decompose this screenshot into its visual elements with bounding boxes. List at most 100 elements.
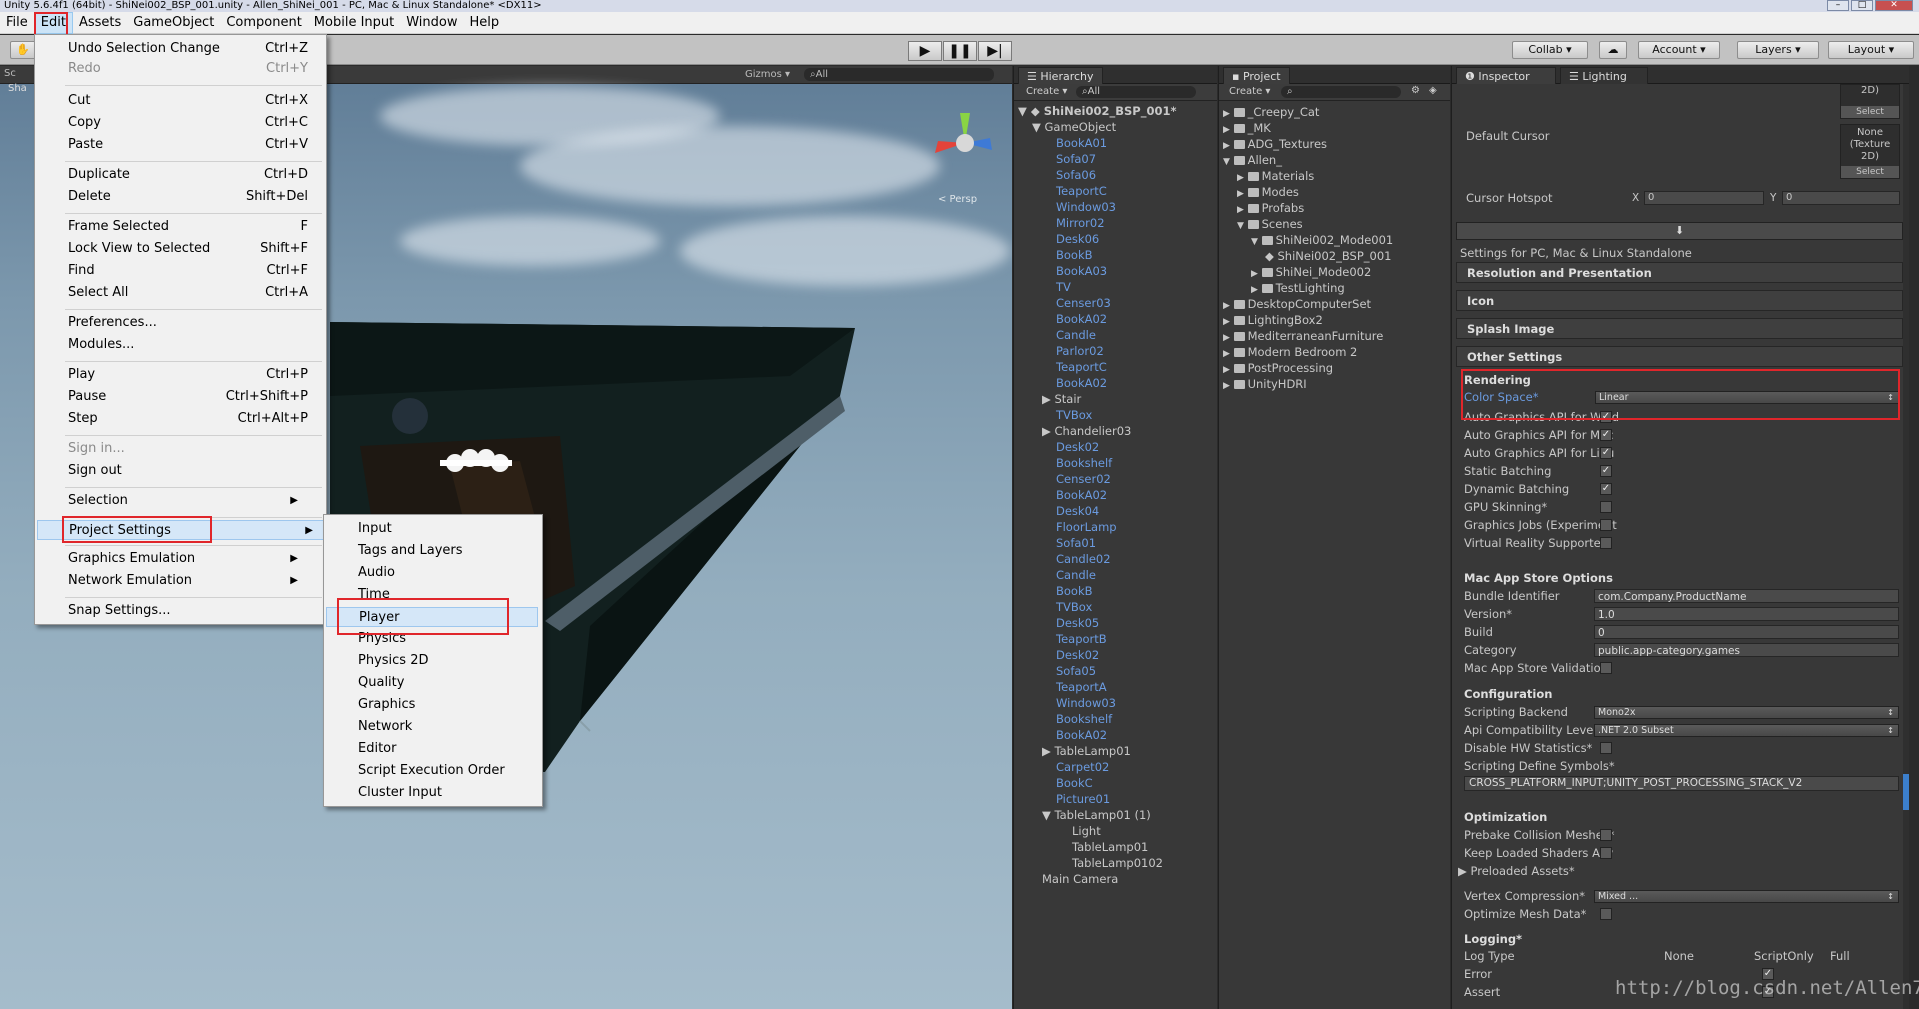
- hierarchy-item[interactable]: TeaportB: [1056, 631, 1107, 647]
- menu-item-play[interactable]: Play Ctrl+P: [68, 365, 308, 385]
- menu-component[interactable]: Component: [220, 13, 307, 33]
- hierarchy-item[interactable]: BookA02: [1056, 727, 1107, 743]
- section-icon[interactable]: Icon: [1456, 290, 1903, 311]
- project-folder-item[interactable]: ◆ ShiNei002_BSP_001: [1265, 248, 1391, 264]
- menu-item-snap-settings[interactable]: Snap Settings...: [68, 601, 308, 621]
- menu-item-undo[interactable]: Undo Selection Change Ctrl+Z: [68, 39, 308, 59]
- hierarchy-item[interactable]: Mirror02: [1056, 215, 1105, 231]
- layout-dropdown[interactable]: Layout ▾: [1828, 41, 1914, 59]
- hierarchy-item[interactable]: Candle02: [1056, 551, 1111, 567]
- hierarchy-item[interactable]: Desk06: [1056, 231, 1099, 247]
- select-button[interactable]: Select: [1841, 106, 1899, 118]
- minimize-button[interactable]: –: [1827, 0, 1849, 11]
- setting-checkbox[interactable]: [1600, 501, 1612, 513]
- hierarchy-item[interactable]: TeaportC: [1056, 183, 1107, 199]
- hierarchy-tab[interactable]: ☰ Hierarchy: [1018, 67, 1103, 84]
- menu-window[interactable]: Window: [400, 13, 463, 33]
- hierarchy-item[interactable]: Censer03: [1056, 295, 1111, 311]
- project-folder-item[interactable]: ▼ Scenes: [1237, 216, 1303, 232]
- hierarchy-item[interactable]: Window03: [1056, 695, 1116, 711]
- project-folder-item[interactable]: ▶ Modern Bedroom 2: [1223, 344, 1357, 360]
- hierarchy-item[interactable]: BookA03: [1056, 263, 1107, 279]
- hierarchy-item[interactable]: Sofa01: [1056, 535, 1096, 551]
- menu-help[interactable]: Help: [464, 13, 506, 33]
- submenu-physics[interactable]: Physics: [358, 629, 538, 649]
- hierarchy-item[interactable]: Desk02: [1056, 439, 1099, 455]
- color-space-dropdown[interactable]: Linear: [1595, 391, 1899, 404]
- scene-gizmo[interactable]: [930, 108, 1000, 178]
- hierarchy-search[interactable]: ⌕All: [1076, 86, 1196, 98]
- hierarchy-item[interactable]: BookA02: [1056, 311, 1107, 327]
- submenu-physics-2d[interactable]: Physics 2D: [358, 651, 538, 671]
- setting-checkbox[interactable]: ✓: [1600, 465, 1612, 477]
- menu-item-pause[interactable]: Pause Ctrl+Shift+P: [68, 387, 308, 407]
- preloaded-assets-row[interactable]: ▶ Preloaded Assets*: [1458, 862, 1899, 880]
- hierarchy-child-item[interactable]: TableLamp01: [1072, 839, 1148, 855]
- pause-button[interactable]: ❚❚: [943, 41, 977, 61]
- section-resolution[interactable]: Resolution and Presentation: [1456, 262, 1903, 283]
- project-folder-item[interactable]: ▶ MediterraneanFurniture: [1223, 328, 1383, 344]
- hierarchy-child-item[interactable]: TableLamp0102: [1072, 855, 1163, 871]
- menu-item-step[interactable]: Step Ctrl+Alt+P: [68, 409, 308, 429]
- project-folder-item[interactable]: ▶ ShiNei_Mode002: [1251, 264, 1371, 280]
- setting-checkbox[interactable]: [1600, 537, 1612, 549]
- project-folder-item[interactable]: ▶ ADG_Textures: [1223, 136, 1327, 152]
- foldout-arrow-icon[interactable]: ▶: [1042, 424, 1055, 438]
- collab-button[interactable]: Collab ▾: [1512, 41, 1588, 59]
- submenu-time[interactable]: Time: [358, 585, 538, 605]
- inspector-scrollbar[interactable]: [1903, 84, 1909, 1009]
- menu-item-duplicate[interactable]: Duplicate Ctrl+D: [68, 165, 308, 185]
- menu-item-frame-selected[interactable]: Frame Selected F: [68, 217, 308, 237]
- hierarchy-create-button[interactable]: Create ▾: [1026, 86, 1067, 97]
- tag-icon[interactable]: ◈: [1429, 85, 1437, 96]
- menu-item-preferences[interactable]: Preferences...: [68, 313, 308, 333]
- menu-item-copy[interactable]: Copy Ctrl+C: [68, 113, 308, 133]
- hierarchy-item[interactable]: BookC: [1056, 775, 1093, 791]
- menu-item-graphics-emulation[interactable]: Graphics Emulation ▶: [68, 549, 308, 569]
- hierarchy-item[interactable]: Candle: [1056, 327, 1096, 343]
- optimize-mesh-checkbox[interactable]: [1600, 908, 1612, 920]
- hierarchy-item[interactable]: TVBox: [1056, 599, 1092, 615]
- version-field[interactable]: 1.0: [1594, 607, 1899, 621]
- project-folder-item[interactable]: ▼ Allen_: [1223, 152, 1282, 168]
- submenu-tags-layers[interactable]: Tags and Layers: [358, 541, 538, 561]
- menu-gameobject[interactable]: GameObject: [127, 13, 220, 33]
- hierarchy-scene-row[interactable]: ▼ ◆ ShiNei002_BSP_001*: [1018, 103, 1176, 119]
- section-splash[interactable]: Splash Image: [1456, 318, 1903, 339]
- menu-edit[interactable]: Edit: [33, 11, 73, 34]
- hierarchy-item[interactable]: Bookshelf: [1056, 455, 1112, 471]
- project-tab[interactable]: ▪ Project: [1223, 67, 1290, 84]
- foldout-arrow-icon[interactable]: ▶: [1042, 744, 1055, 758]
- menu-item-selection[interactable]: Selection ▶: [68, 491, 308, 511]
- submenu-cluster-input[interactable]: Cluster Input: [358, 783, 538, 803]
- define-symbols-field[interactable]: CROSS_PLATFORM_INPUT;UNITY_POST_PROCESSI…: [1464, 776, 1899, 791]
- project-folder-item[interactable]: ▶ UnityHDRI: [1223, 376, 1307, 392]
- close-button[interactable]: ✕: [1875, 0, 1913, 11]
- menu-assets[interactable]: Assets: [73, 13, 127, 33]
- hierarchy-item[interactable]: Sofa06: [1056, 167, 1096, 183]
- hierarchy-item[interactable]: Parlor02: [1056, 343, 1104, 359]
- hierarchy-item[interactable]: TeaportC: [1056, 359, 1107, 375]
- project-folder-item[interactable]: ▶ Materials: [1237, 168, 1314, 184]
- menu-item-lock-view[interactable]: Lock View to Selected Shift+F: [68, 239, 308, 259]
- project-search[interactable]: ⌕: [1281, 86, 1401, 98]
- hierarchy-main-camera[interactable]: Main Camera: [1042, 871, 1118, 887]
- project-folder-item[interactable]: ▶ Modes: [1237, 184, 1299, 200]
- hotspot-y-field[interactable]: 0: [1782, 191, 1900, 205]
- hierarchy-item[interactable]: Bookshelf: [1056, 711, 1112, 727]
- lighting-tab[interactable]: ☰ Lighting: [1560, 67, 1648, 84]
- select-button[interactable]: Select: [1841, 166, 1899, 178]
- step-button[interactable]: ▶|: [978, 41, 1012, 61]
- hierarchy-item[interactable]: Sofa07: [1056, 151, 1096, 167]
- hierarchy-item[interactable]: ▶ Stair: [1042, 391, 1081, 407]
- setting-checkbox[interactable]: ✓: [1600, 429, 1612, 441]
- menu-file[interactable]: File: [0, 13, 34, 33]
- submenu-graphics[interactable]: Graphics: [358, 695, 538, 715]
- keep-shaders-checkbox[interactable]: [1600, 847, 1612, 859]
- project-folder-item[interactable]: ▶ _Creepy_Cat: [1223, 104, 1319, 120]
- platform-tab-bar[interactable]: ⬇: [1456, 222, 1903, 240]
- setting-checkbox[interactable]: ✓: [1600, 447, 1612, 459]
- hierarchy-item[interactable]: Carpet02: [1056, 759, 1109, 775]
- hierarchy-item[interactable]: Candle: [1056, 567, 1096, 583]
- hierarchy-item[interactable]: BookB: [1056, 583, 1093, 599]
